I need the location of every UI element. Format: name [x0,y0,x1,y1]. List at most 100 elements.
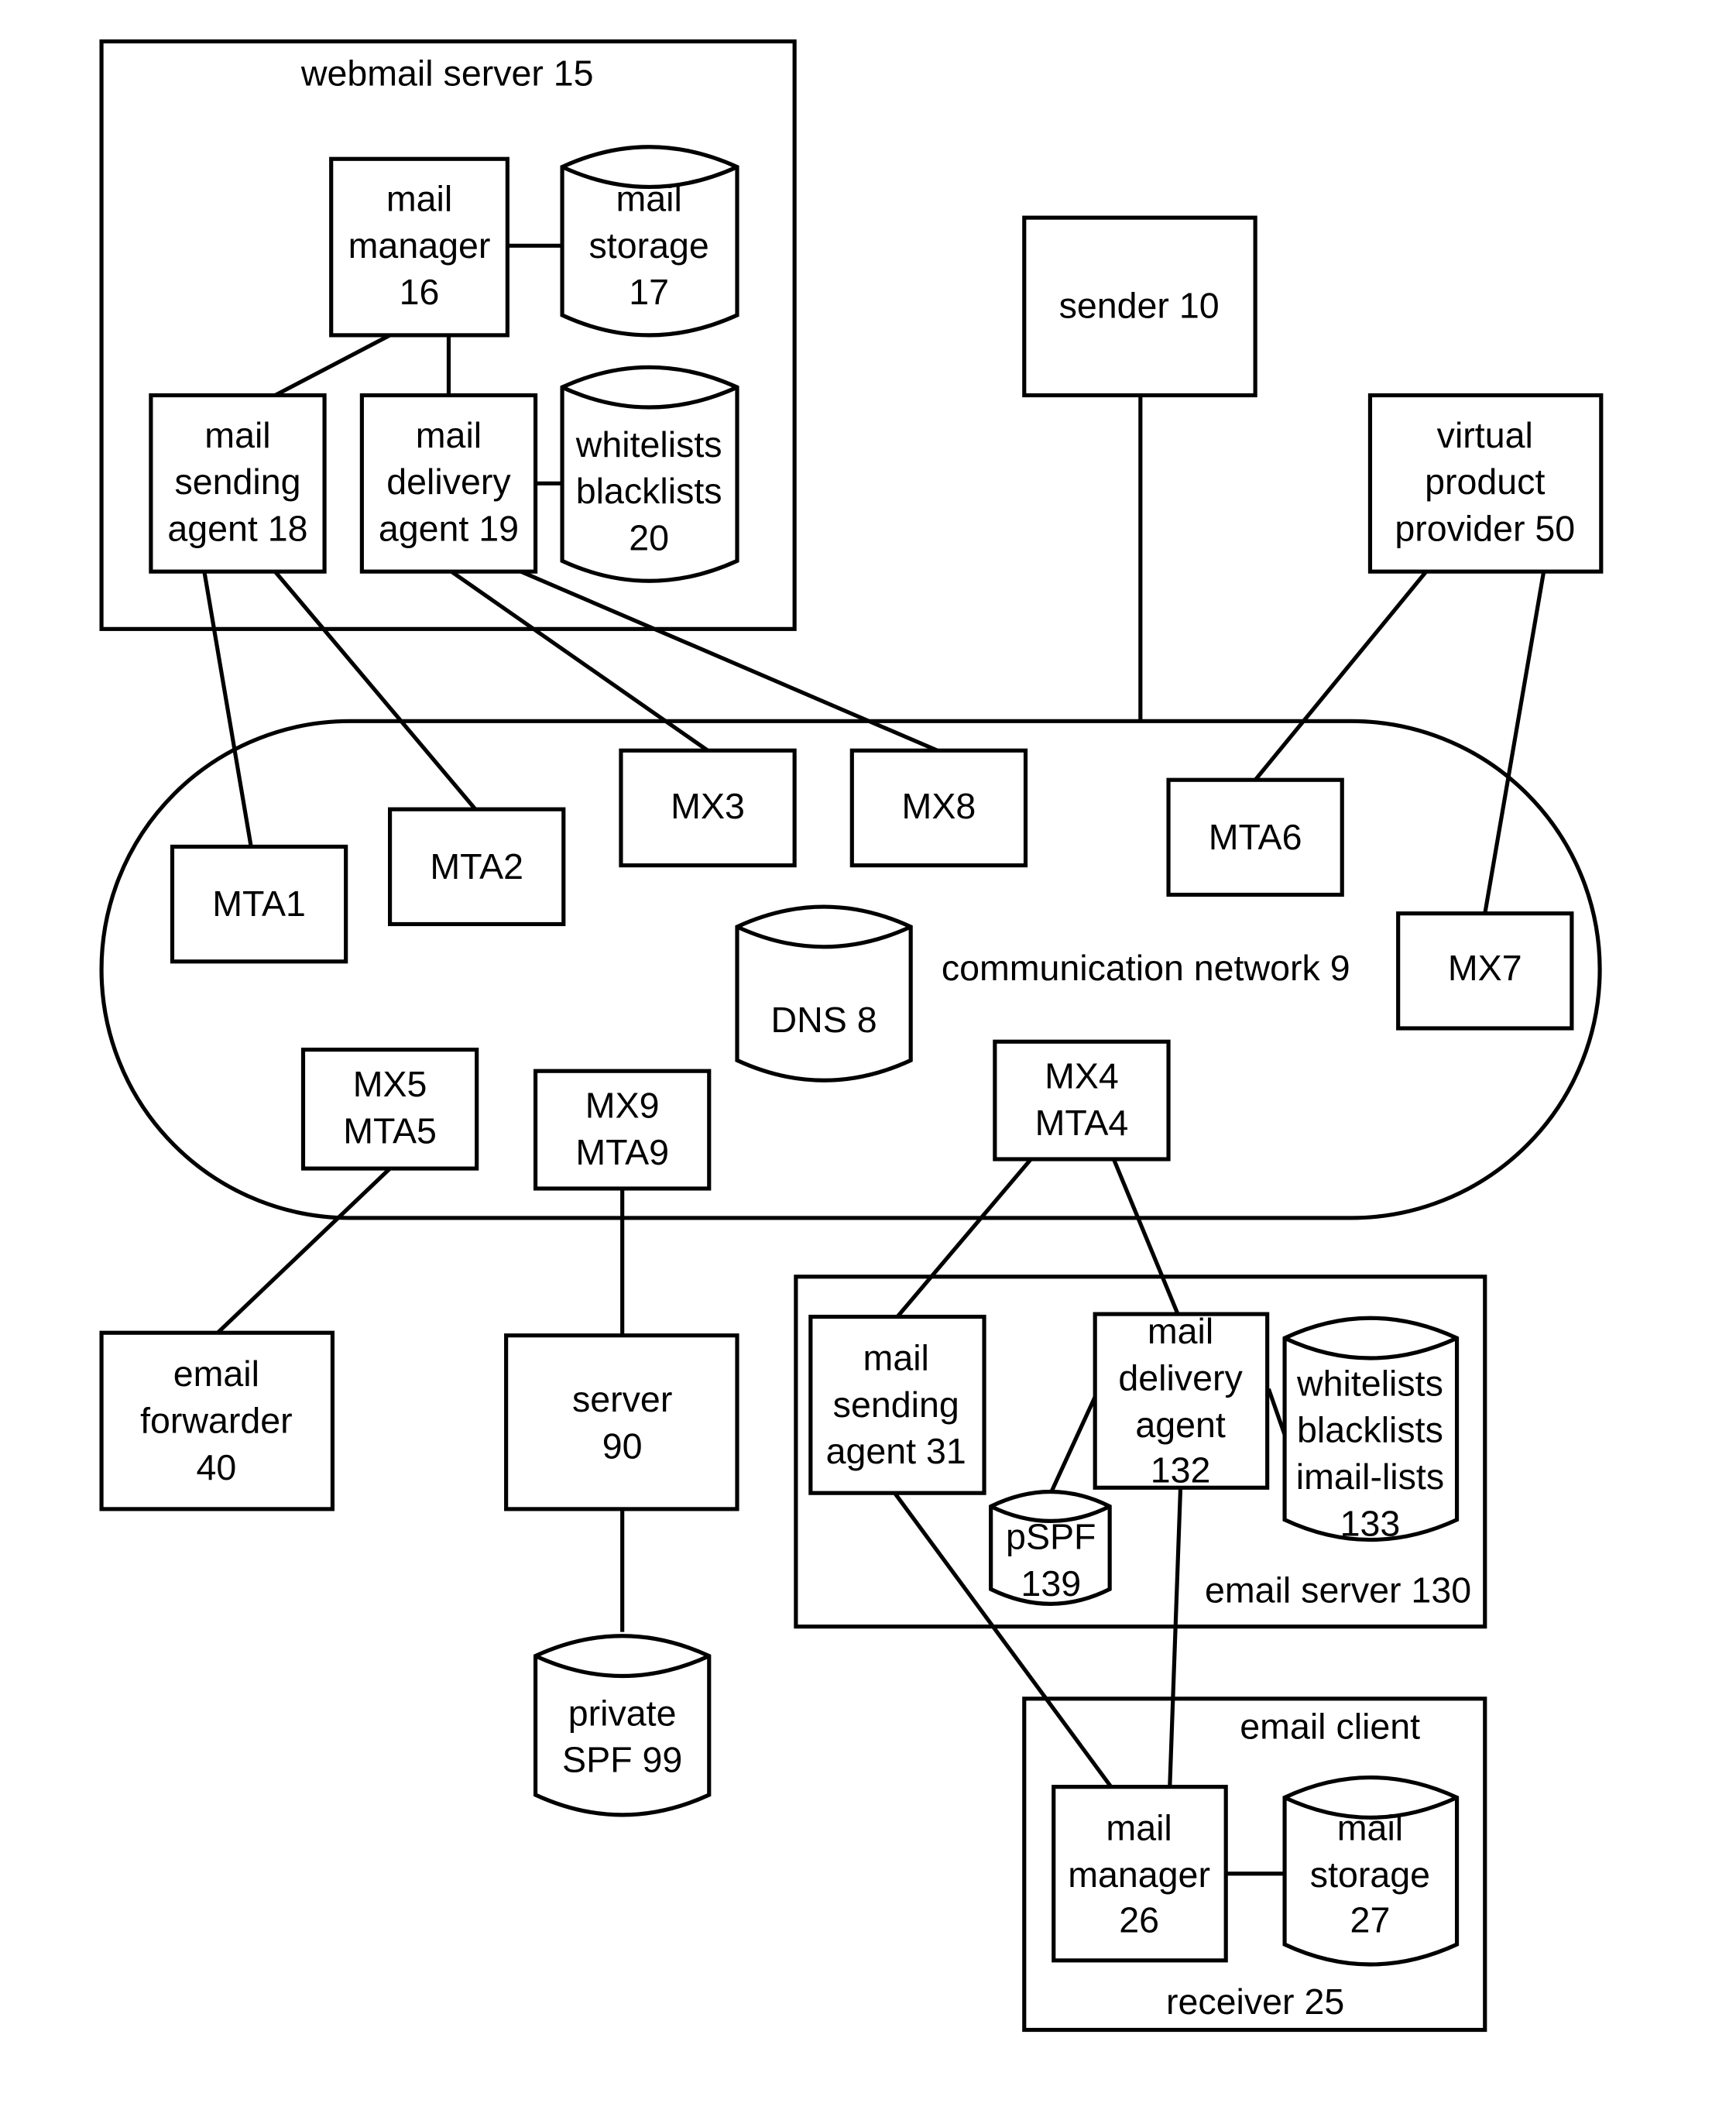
mail-delivery-agent-19[interactable]: mail delivery agent 19 [359,393,538,574]
node-label: MTA5 [343,1110,437,1151]
sender-10[interactable]: sender 10 [1022,215,1257,398]
node-label: agent [1135,1405,1226,1445]
node-label: delivery [386,461,511,502]
node-label: sending [833,1384,959,1425]
node-label: MTA1 [212,883,306,924]
server-90[interactable]: server 90 [504,1333,739,1511]
edge-agent19-mx8 [520,569,938,753]
mx7[interactable]: MX7 [1396,911,1574,1031]
node-label: blacklists [576,471,722,511]
edge-agent132-manager26 [1168,1487,1183,1787]
node-label: 132 [1151,1450,1211,1490]
mail-sending-agent-18[interactable]: mail sending agent 18 [149,393,327,574]
node-label: mail [1148,1311,1213,1351]
edge-agent18-mta1 [202,571,253,847]
node-label: blacklists [1297,1410,1443,1450]
mx4-mta4[interactable]: MX4 MTA4 [993,1039,1171,1161]
node-label: 133 [1340,1503,1401,1543]
node-label: MX9 [585,1086,660,1126]
node-label: 16 [400,272,440,312]
node-label: storage [1310,1854,1430,1895]
node-label: forwarder [140,1401,293,1441]
node-label: whitelists [1296,1363,1443,1403]
mta2[interactable]: MTA2 [388,807,566,927]
node-label: agent 31 [826,1431,966,1471]
email-forwarder-40[interactable]: email forwarder 40 [99,1330,335,1511]
mail-manager-16[interactable]: mail manager 16 [329,156,509,338]
node-label: 27 [1350,1900,1391,1940]
mta1[interactable]: MTA1 [170,844,348,964]
node-label: 139 [1021,1563,1081,1604]
node-label: MX5 [353,1064,427,1104]
node-label: mail [616,178,681,218]
lists-20[interactable]: whitelists blacklists 20 [560,365,739,583]
node-label: mail [1337,1808,1403,1848]
node-label: SPF 99 [562,1740,682,1780]
node-label: sending [174,461,300,502]
node-label: MTA9 [575,1132,669,1172]
pspf-139[interactable]: pSPF 139 [989,1489,1112,1606]
mail-delivery-agent-132[interactable]: mail delivery agent 132 [1093,1311,1270,1490]
node-label: sender 10 [1059,285,1220,325]
edge-vpp50-mx7 [1483,571,1546,914]
node-label: storage [589,225,709,266]
private-spf-99[interactable]: private SPF 99 [533,1634,712,1817]
node-label: mail [204,415,270,455]
node-label: MX8 [902,786,976,826]
mail-storage-27[interactable]: mail storage 27 [1282,1775,1460,1967]
database-icon [735,904,913,1082]
receiver-label: receiver 25 [1166,1981,1344,2022]
webmail-server-label: webmail server 15 [300,53,594,93]
node-label: email [173,1353,259,1394]
node-label: 17 [629,272,669,312]
edge-vpp50-mta6 [1254,570,1428,781]
node-label: provider 50 [1395,508,1575,548]
node-label: 90 [602,1426,643,1466]
mail-sending-agent-31[interactable]: mail sending agent 31 [808,1314,986,1495]
node-label: pSPF [1006,1517,1096,1557]
node-label: private [568,1693,677,1733]
mx3[interactable]: MX3 [619,748,797,868]
node-label: MX4 [1045,1056,1119,1096]
edge-mx4-agent31 [895,1158,1033,1319]
node-label: mail [1106,1808,1172,1848]
mail-manager-26[interactable]: mail manager 26 [1052,1785,1228,1963]
edge-agent18-mta2 [273,570,477,811]
virtual-product-provider-50[interactable]: virtual product provider 50 [1367,393,1604,574]
node-label: whitelists [575,424,722,465]
node-label: mail [386,178,452,218]
mx9-mta9[interactable]: MX9 MTA9 [533,1069,712,1191]
node-label: 40 [196,1447,236,1487]
lists-133[interactable]: whitelists blacklists imail-lists 133 [1282,1316,1460,1543]
edge-mx4-agent132 [1111,1158,1180,1316]
node-label: manager [348,225,491,266]
node-label: imail-lists [1296,1456,1444,1497]
node-label: product [1425,461,1545,502]
mta6[interactable]: MTA6 [1166,777,1344,897]
node-label: manager [1068,1854,1210,1895]
node-label: MTA4 [1035,1103,1129,1143]
node-label: 20 [629,518,669,558]
email-client-label: email client [1240,1707,1420,1747]
email-server-label: email server 130 [1205,1570,1471,1611]
mx8[interactable]: MX8 [849,748,1028,868]
mail-storage-17[interactable]: mail storage 17 [560,145,739,338]
node-label: delivery [1118,1357,1243,1398]
node-label: agent 18 [167,508,307,548]
diagram-canvas: webmail server 15 mail manager 16 mail s… [99,39,1604,2033]
node-label: DNS 8 [771,1000,877,1040]
mx5-mta5[interactable]: MX5 MTA5 [300,1048,479,1171]
node-label: virtual [1437,415,1533,455]
dns-8[interactable]: DNS 8 [735,904,913,1082]
edge-agent132-pspf139 [1048,1395,1097,1497]
node-label: agent 19 [379,508,519,548]
edge-manager16-agent18 [274,333,391,397]
node-label: MTA6 [1209,817,1302,857]
node-label: server [572,1379,672,1419]
node-label: MX7 [1448,948,1522,988]
node-label: mail [863,1338,929,1378]
node-label: 26 [1119,1900,1159,1940]
node-label: MX3 [671,786,745,826]
network-label: communication network 9 [942,948,1350,988]
node-label: MTA2 [430,846,523,887]
